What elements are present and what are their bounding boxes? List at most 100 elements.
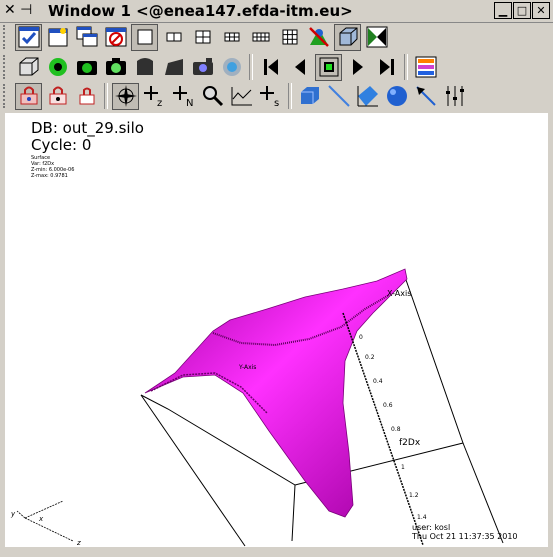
x-axis-title: X-Axis — [387, 289, 411, 298]
add-s-button[interactable]: s — [257, 83, 284, 110]
z-tick-label: 0.4 — [373, 378, 383, 385]
layout-3x3-button[interactable] — [276, 24, 303, 51]
layout-2x2-button[interactable] — [189, 24, 216, 51]
clear-window-button[interactable] — [102, 24, 129, 51]
lock-time-button[interactable] — [305, 24, 332, 51]
palette-icon — [415, 56, 436, 78]
layout-1x2-button[interactable] — [160, 24, 187, 51]
new-window-icon — [48, 28, 67, 47]
box-tool-button[interactable] — [296, 83, 323, 110]
copy-window-button[interactable] — [73, 24, 100, 51]
z-axis-title: f2Dx — [399, 438, 421, 448]
invert-icon — [222, 58, 241, 76]
save-image-button[interactable] — [102, 54, 129, 81]
lock-time-icon — [308, 27, 329, 47]
layout-4x2-button[interactable] — [247, 24, 274, 51]
window-title: Window 1 <@enea147.efda-itm.eu> — [48, 2, 353, 20]
play-button[interactable] — [344, 54, 371, 81]
play-reverse-icon — [294, 59, 305, 75]
play-reverse-button[interactable] — [286, 54, 313, 81]
navigate-button[interactable] — [112, 82, 139, 110]
plane-tool-button[interactable] — [354, 83, 381, 110]
toolbar-tools: z N s — [0, 81, 469, 111]
layout-2x3-button[interactable] — [218, 24, 245, 51]
surface-mesh — [144, 268, 408, 518]
window-menu-icon[interactable]: ✕ ⊣ — [4, 2, 32, 18]
toolbar-grip[interactable] — [3, 84, 11, 108]
redo-view-button[interactable] — [73, 54, 100, 81]
add-n-icon: N — [172, 86, 193, 108]
line-tool-icon — [327, 85, 350, 107]
toolbar-view — [0, 52, 440, 82]
add-n-button[interactable]: N — [170, 83, 197, 110]
layout-4x2-icon — [252, 32, 269, 42]
new-window-button[interactable] — [44, 24, 71, 51]
line-tool-button[interactable] — [325, 83, 352, 110]
lock-view-button[interactable] — [334, 23, 361, 51]
print-button[interactable] — [189, 54, 216, 81]
zoom-z-icon: z — [143, 86, 162, 108]
z-tick-label: 0.6 — [383, 402, 393, 409]
toolbar-grip[interactable] — [3, 25, 11, 49]
toolbar-window — [0, 22, 391, 52]
z-tick-label: 0.2 — [365, 354, 375, 361]
y-axis-title: Y-Axis — [238, 364, 256, 371]
zoom-button[interactable] — [199, 83, 226, 110]
forward-step-button[interactable] — [373, 54, 400, 81]
lock-icon — [79, 87, 94, 105]
save-image-icon — [105, 58, 126, 75]
recenter-button[interactable] — [131, 54, 158, 81]
invert-button[interactable] — [218, 54, 245, 81]
stop-button[interactable] — [315, 53, 342, 81]
extents-tool-button[interactable] — [441, 83, 468, 110]
undo-op-icon — [164, 59, 183, 75]
reverse-step-button[interactable] — [257, 54, 284, 81]
triad-z-label: z — [76, 539, 81, 547]
close-icon: ✕ — [536, 4, 546, 17]
lock-tool-icon — [49, 86, 66, 105]
toolbar-grip[interactable] — [3, 55, 11, 79]
point-tool-button[interactable] — [412, 83, 439, 110]
window-bottom-border — [0, 547, 553, 557]
sphere-tool-icon — [386, 86, 407, 106]
minimize-button[interactable]: ▁ — [494, 2, 512, 19]
lineout-button[interactable] — [228, 83, 255, 110]
lock-tool-button[interactable] — [44, 83, 71, 110]
lock-all-icon — [20, 86, 37, 105]
add-s-icon: s — [259, 86, 279, 108]
maximize-button[interactable]: □ — [513, 2, 531, 19]
z-tick-label: 1.2 — [409, 492, 419, 499]
lock-view-icon — [339, 27, 357, 46]
undo-view-button[interactable] — [44, 54, 71, 81]
layout-1x1-icon — [137, 29, 152, 45]
reset-view-icon — [19, 57, 38, 76]
extents-tool-icon — [445, 86, 464, 106]
spin-mode-button[interactable] — [363, 24, 390, 51]
palette-button[interactable] — [412, 54, 439, 81]
z-tick-label: 1.4 — [417, 514, 427, 521]
reset-view-button[interactable] — [15, 54, 42, 81]
visualization-viewport[interactable]: DB: out_29.silo Cycle: 0 Surface Var: f2… — [5, 113, 548, 547]
reverse-step-icon — [263, 59, 278, 75]
copy-window-icon — [76, 26, 97, 47]
spin-mode-icon — [366, 26, 387, 48]
lock-button[interactable] — [73, 83, 100, 110]
layout-1x1-button[interactable] — [131, 23, 158, 51]
zoom-z-button[interactable]: z — [141, 83, 168, 110]
layout-3x3-icon — [282, 29, 297, 45]
navigate-icon — [114, 85, 137, 107]
recenter-icon — [136, 58, 153, 75]
lineout-icon — [231, 87, 252, 106]
z-axis-ticks: 0 0.2 0.4 0.6 0.8 1 1.2 1.4 — [359, 334, 427, 521]
undo-op-button[interactable] — [160, 54, 187, 81]
undo-view-icon — [48, 58, 67, 76]
redo-view-icon — [76, 61, 97, 75]
layout-1x2-icon — [166, 32, 181, 42]
plot-footer: user: kosl Thu Oct 21 11:37:35 2010 — [412, 523, 518, 541]
lock-all-button[interactable] — [15, 82, 42, 110]
active-window-button[interactable] — [15, 23, 42, 51]
footer-date: Thu Oct 21 11:37:35 2010 — [412, 532, 518, 541]
stop-icon — [319, 57, 338, 77]
sphere-tool-button[interactable] — [383, 83, 410, 110]
close-button[interactable]: ✕ — [532, 2, 550, 19]
